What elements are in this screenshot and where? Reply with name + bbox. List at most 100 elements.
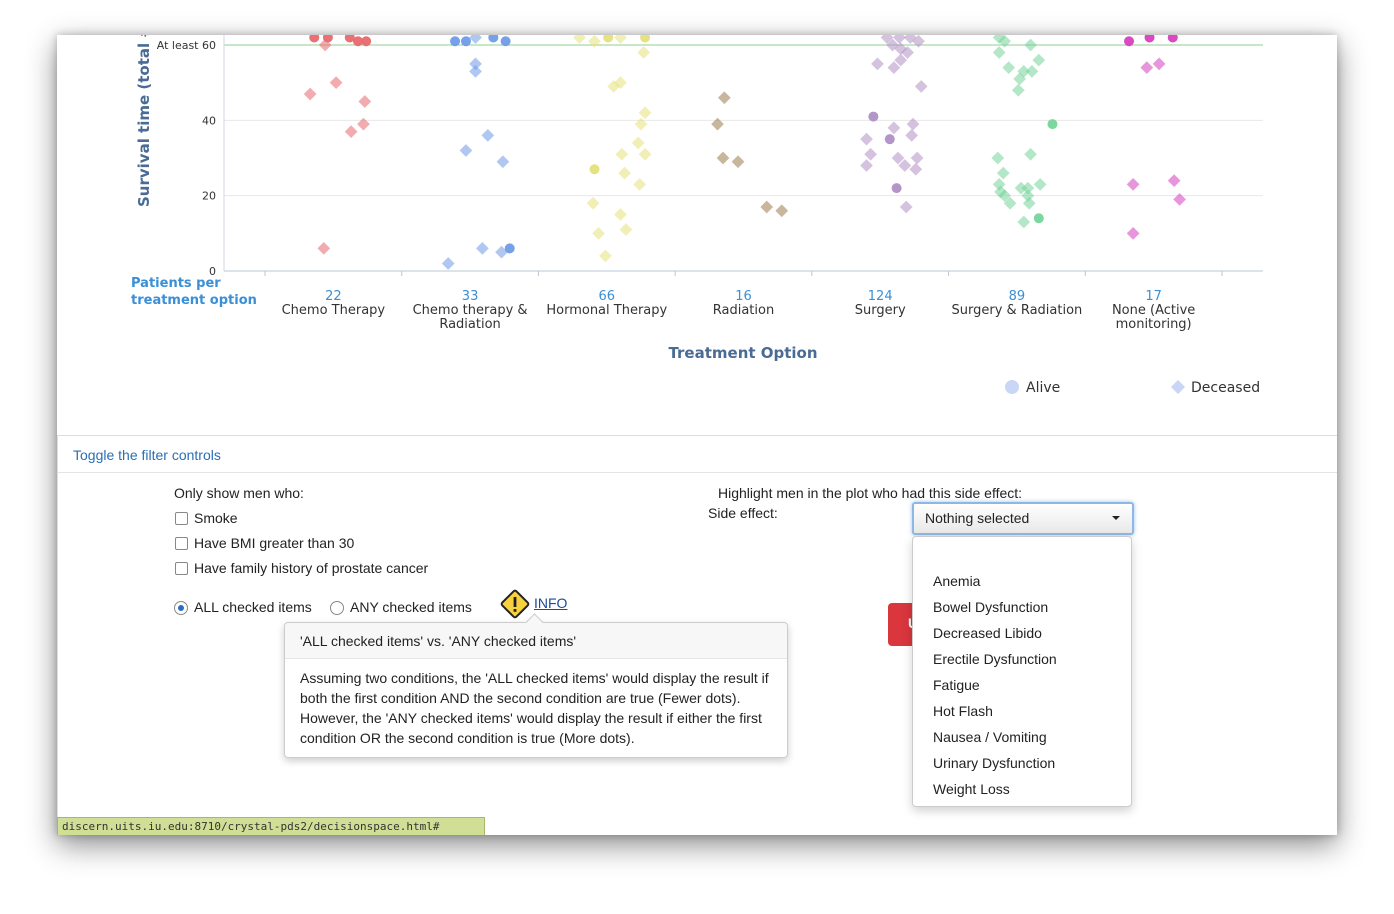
data-point-alive[interactable] bbox=[450, 36, 461, 47]
data-point-deceased[interactable] bbox=[614, 35, 627, 44]
data-point-alive[interactable] bbox=[1033, 213, 1044, 224]
data-point-deceased[interactable] bbox=[1017, 215, 1031, 229]
data-point-alive[interactable] bbox=[589, 164, 600, 175]
data-point-alive[interactable] bbox=[891, 183, 902, 194]
any-checked-radio-label[interactable]: ANY checked items bbox=[350, 599, 472, 615]
data-point-deceased[interactable] bbox=[476, 242, 489, 255]
data-point-deceased[interactable] bbox=[573, 35, 586, 44]
bmi-checkbox-label[interactable]: Have BMI greater than 30 bbox=[194, 535, 354, 551]
data-point-alive[interactable] bbox=[1167, 35, 1178, 43]
data-point-deceased[interactable] bbox=[592, 226, 605, 240]
family-history-checkbox[interactable] bbox=[175, 562, 188, 575]
data-point-deceased[interactable] bbox=[910, 151, 924, 165]
data-point-alive[interactable] bbox=[603, 35, 614, 43]
data-point-deceased[interactable] bbox=[441, 257, 455, 270]
any-checked-radio[interactable] bbox=[330, 601, 344, 615]
dropdown-item-decreased-libido[interactable]: Decreased Libido bbox=[933, 625, 1042, 641]
data-point-deceased[interactable] bbox=[899, 200, 913, 214]
data-point-deceased[interactable] bbox=[905, 129, 919, 142]
family-history-checkbox-label[interactable]: Have family history of prostate cancer bbox=[194, 560, 428, 576]
dropdown-item-urinary-dysfunction[interactable]: Urinary Dysfunction bbox=[933, 755, 1055, 771]
dropdown-item-erectile-dysfunction[interactable]: Erectile Dysfunction bbox=[933, 651, 1057, 667]
data-point-deceased[interactable] bbox=[631, 136, 645, 150]
data-point-deceased[interactable] bbox=[637, 46, 651, 59]
data-point-deceased[interactable] bbox=[469, 35, 482, 44]
data-point-deceased[interactable] bbox=[731, 155, 745, 169]
data-point-deceased[interactable] bbox=[638, 147, 652, 161]
data-point-deceased[interactable] bbox=[638, 106, 652, 120]
data-point-alive[interactable] bbox=[640, 35, 651, 43]
data-point-deceased[interactable] bbox=[481, 129, 495, 142]
data-point-deceased[interactable] bbox=[1024, 147, 1037, 161]
data-point-deceased[interactable] bbox=[1032, 53, 1046, 67]
data-point-deceased[interactable] bbox=[1033, 178, 1047, 191]
data-point-deceased[interactable] bbox=[996, 166, 1010, 180]
all-checked-radio-label[interactable]: ALL checked items bbox=[194, 599, 312, 615]
data-point-alive[interactable] bbox=[1124, 36, 1135, 47]
data-point-deceased[interactable] bbox=[618, 166, 631, 180]
data-point-deceased[interactable] bbox=[634, 117, 648, 131]
data-point-deceased[interactable] bbox=[588, 35, 601, 48]
data-point-alive[interactable] bbox=[500, 36, 511, 47]
data-point-alive[interactable] bbox=[309, 35, 320, 43]
data-point-deceased[interactable] bbox=[586, 196, 600, 210]
warning-icon[interactable] bbox=[500, 589, 530, 619]
data-point-deceased[interactable] bbox=[871, 57, 884, 71]
data-point-deceased[interactable] bbox=[459, 144, 473, 157]
toggle-filter-controls-link[interactable]: Toggle the filter controls bbox=[73, 447, 221, 463]
bmi-checkbox[interactable] bbox=[175, 537, 188, 550]
data-point-deceased[interactable] bbox=[887, 121, 901, 135]
data-point-deceased[interactable] bbox=[1024, 38, 1037, 52]
data-point-deceased[interactable] bbox=[914, 80, 928, 93]
data-point-deceased[interactable] bbox=[1025, 65, 1039, 78]
data-point-deceased[interactable] bbox=[991, 151, 1005, 165]
dropdown-item-anemia[interactable]: Anemia bbox=[933, 573, 980, 589]
data-point-deceased[interactable] bbox=[1011, 83, 1025, 97]
data-point-deceased[interactable] bbox=[860, 159, 873, 172]
data-point-deceased[interactable] bbox=[909, 162, 923, 176]
data-point-deceased[interactable] bbox=[329, 76, 343, 90]
data-point-deceased[interactable] bbox=[1140, 61, 1154, 74]
data-point-deceased[interactable] bbox=[860, 132, 873, 146]
data-point-deceased[interactable] bbox=[775, 204, 789, 218]
dropdown-item-hot-flash[interactable]: Hot Flash bbox=[933, 703, 993, 719]
data-point-deceased[interactable] bbox=[317, 242, 331, 255]
smoke-checkbox[interactable] bbox=[175, 512, 188, 525]
data-point-deceased[interactable] bbox=[906, 117, 920, 131]
data-point-deceased[interactable] bbox=[1002, 61, 1016, 74]
dropdown-item-weight-loss[interactable]: Weight Loss bbox=[933, 781, 1010, 797]
data-point-deceased[interactable] bbox=[717, 91, 731, 105]
dropdown-item-nausea-vomiting[interactable]: Nausea / Vomiting bbox=[933, 729, 1047, 745]
data-point-deceased[interactable] bbox=[1167, 174, 1181, 187]
data-point-deceased[interactable] bbox=[469, 65, 482, 78]
all-checked-radio[interactable] bbox=[174, 601, 188, 615]
data-point-deceased[interactable] bbox=[1152, 57, 1166, 71]
data-point-deceased[interactable] bbox=[633, 178, 646, 191]
data-point-deceased[interactable] bbox=[496, 155, 510, 169]
data-point-deceased[interactable] bbox=[711, 117, 724, 131]
data-point-deceased[interactable] bbox=[615, 147, 629, 161]
side-effect-select[interactable]: Nothing selected bbox=[912, 502, 1134, 535]
data-point-deceased[interactable] bbox=[864, 147, 878, 161]
data-point-deceased[interactable] bbox=[716, 151, 730, 165]
data-point-alive[interactable] bbox=[1144, 35, 1155, 43]
data-point-deceased[interactable] bbox=[760, 200, 774, 214]
data-point-deceased[interactable] bbox=[344, 125, 358, 138]
data-point-deceased[interactable] bbox=[357, 117, 370, 131]
dropdown-item-bowel-dysfunction[interactable]: Bowel Dysfunction bbox=[933, 599, 1048, 615]
data-point-deceased[interactable] bbox=[1173, 193, 1186, 206]
data-point-deceased[interactable] bbox=[1126, 178, 1140, 191]
data-point-deceased[interactable] bbox=[303, 87, 317, 101]
data-point-alive[interactable] bbox=[1047, 119, 1058, 130]
info-link[interactable]: INFO bbox=[534, 595, 567, 611]
data-point-deceased[interactable] bbox=[358, 95, 372, 108]
data-point-alive[interactable] bbox=[868, 111, 879, 122]
data-point-deceased[interactable] bbox=[992, 46, 1006, 59]
data-point-deceased[interactable] bbox=[599, 249, 612, 263]
smoke-checkbox-label[interactable]: Smoke bbox=[194, 510, 238, 526]
dropdown-item-fatigue[interactable]: Fatigue bbox=[933, 677, 980, 693]
data-point-alive[interactable] bbox=[884, 134, 895, 145]
data-point-deceased[interactable] bbox=[619, 223, 633, 236]
data-point-deceased[interactable] bbox=[614, 208, 627, 221]
data-point-alive[interactable] bbox=[488, 35, 499, 43]
